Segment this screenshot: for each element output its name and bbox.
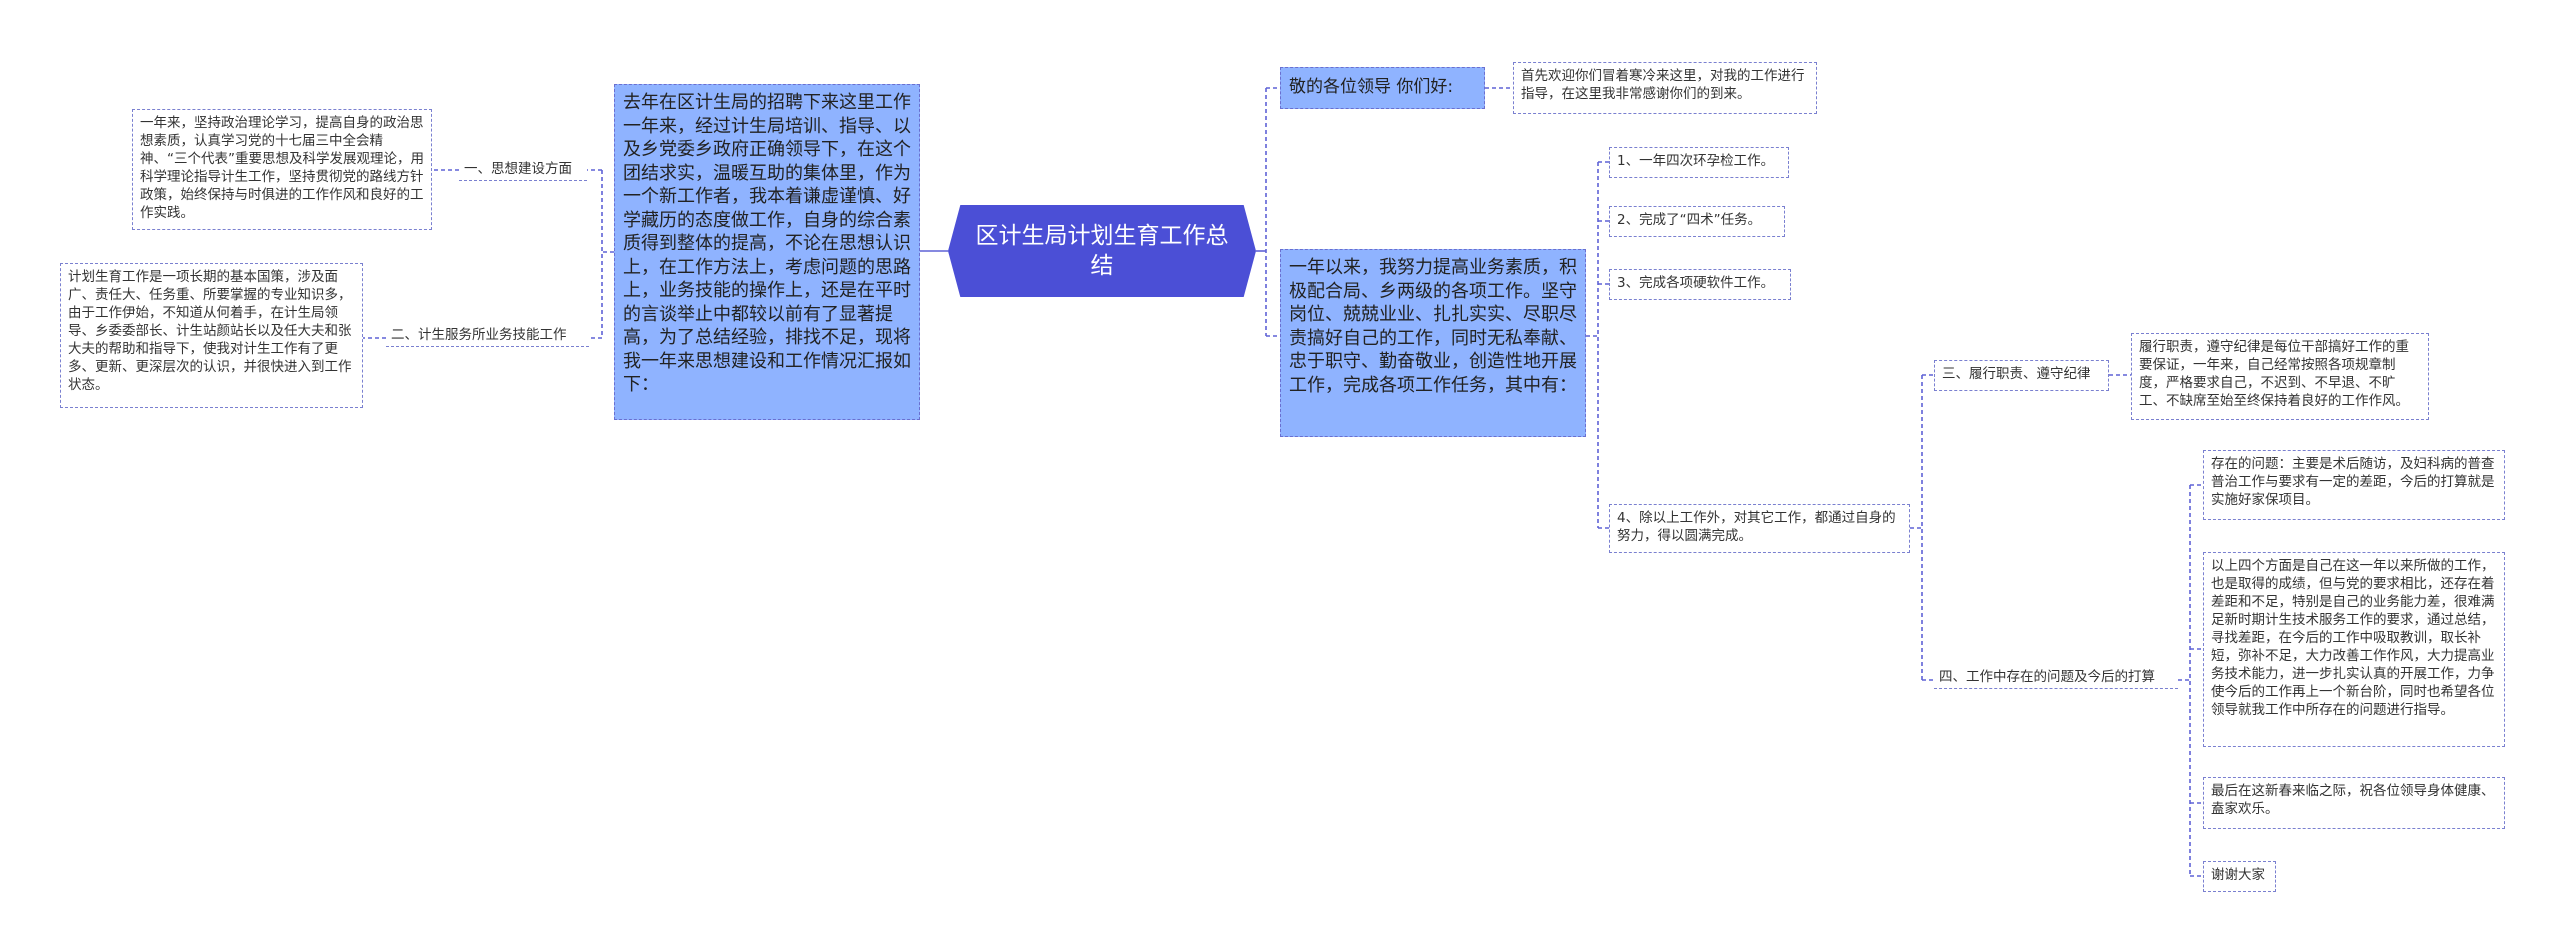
section3-label[interactable]: 三、履行职责、遵守纪律 [1934,360,2109,391]
intro-node[interactable]: 去年在区计生局的招聘下来这里工作一年来，经过计生局培训、指导、以及乡党委乡政府正… [614,84,920,420]
section2-label[interactable]: 二、计生服务所业务技能工作 [386,324,589,347]
section4-item-3[interactable]: 最后在这新春来临之际，祝各位领导身体健康、盍家欢乐。 [2203,777,2505,829]
greeting-text[interactable]: 首先欢迎你们冒着寒冷来这里，对我的工作进行指导，在这里我非常感谢你们的到来。 [1513,62,1817,114]
section1-label[interactable]: 一、思想建设方面 [459,158,587,181]
work-node[interactable]: 一年以来，我努力提高业务素质，积极配合局、乡两级的各项工作。坚守岗位、兢兢业业、… [1280,249,1586,437]
section4-item-1[interactable]: 存在的问题：主要是术后随访，及妇科病的普查普治工作与要求有一定的差距，今后的打算… [2203,450,2505,520]
work-item-4[interactable]: 4、除以上工作外，对其它工作，都通过自身的努力，得以圆满完成。 [1609,504,1910,553]
section4-label[interactable]: 四、工作中存在的问题及今后的打算 [1934,666,2178,689]
section1-text[interactable]: 一年来，坚持政治理论学习，提高自身的政治思想素质，认真学习党的十七届三中全会精神… [132,109,432,230]
root-title: 区计生局计划生育工作总结 [975,223,1229,279]
greeting-node[interactable]: 敬的各位领导 你们好: [1280,67,1485,109]
section3-text[interactable]: 履行职责，遵守纪律是每位干部搞好工作的重要保证，一年来，自己经常按照各项规章制度… [2131,333,2429,420]
work-item-3[interactable]: 3、完成各项硬软件工作。 [1609,269,1791,300]
work-item-2[interactable]: 2、完成了“四术”任务。 [1609,206,1785,237]
section4-item-4[interactable]: 谢谢大家 [2203,861,2276,892]
root-topic[interactable]: 区计生局计划生育工作总结 [948,205,1256,297]
section4-item-2[interactable]: 以上四个方面是自己在这一年以来所做的工作，也是取得的成绩，但与党的要求相比，还存… [2203,552,2505,747]
work-item-1[interactable]: 1、一年四次环孕检工作。 [1609,147,1789,178]
section2-text[interactable]: 计划生育工作是一项长期的基本国策，涉及面广、责任大、任务重、所要掌握的专业知识多… [60,263,363,408]
